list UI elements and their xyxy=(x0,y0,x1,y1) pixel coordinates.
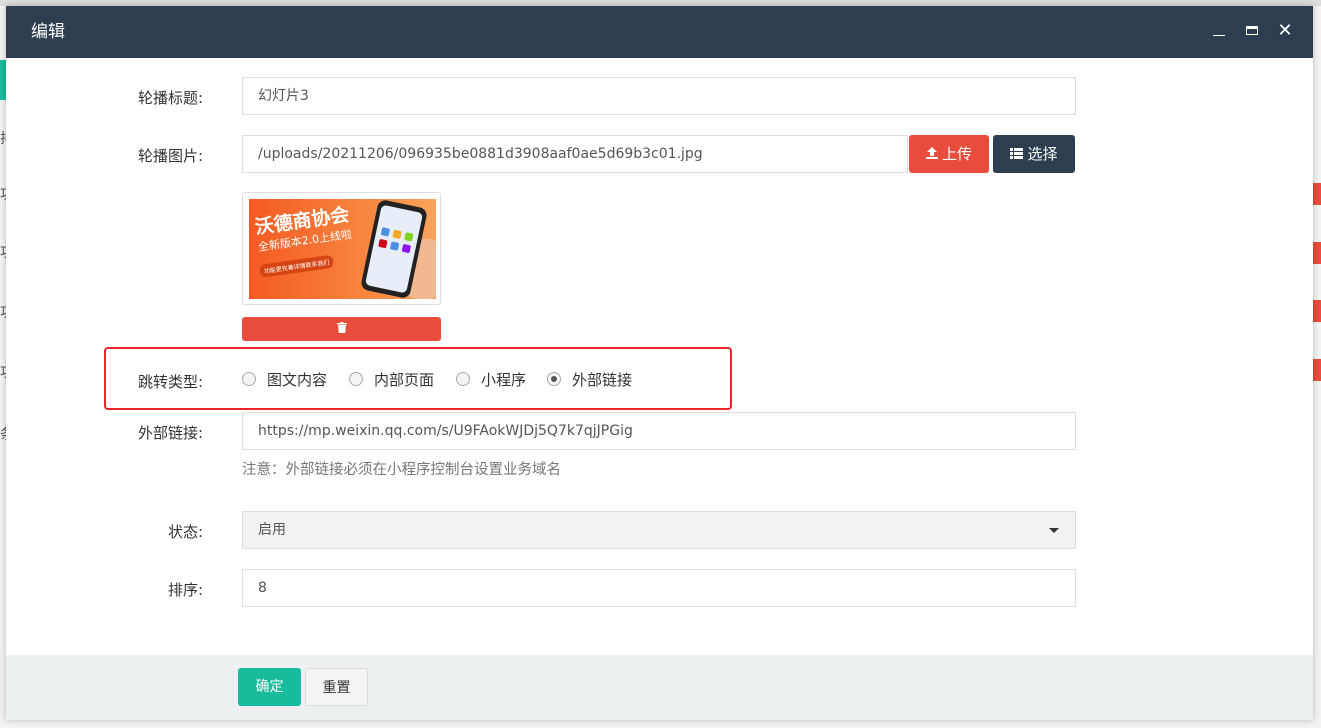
radio-circle-checked xyxy=(547,372,561,386)
radio-circle xyxy=(456,372,470,386)
dialog-title: 编辑 xyxy=(31,22,65,42)
dialog-titlebar[interactable]: 编辑 ✕ xyxy=(6,6,1313,58)
background-delete-button xyxy=(1313,242,1321,264)
status-label: 状态: xyxy=(167,523,203,541)
external-link-input[interactable]: https://mp.weixin.qq.com/s/U9FAokWJDj5Q7… xyxy=(242,412,1076,450)
close-icon: ✕ xyxy=(1277,20,1293,41)
status-select[interactable]: 启用 xyxy=(242,511,1076,549)
edit-dialog: 编辑 ✕ 轮播标题: 幻灯片3 轮播图片: /uploads/20211206/… xyxy=(6,6,1313,720)
background-delete-button xyxy=(1313,183,1321,205)
upload-label: 上传 xyxy=(941,145,972,163)
choose-label: 选择 xyxy=(1027,145,1058,163)
maximize-icon xyxy=(1246,26,1258,35)
delete-image-button[interactable] xyxy=(242,317,441,341)
upload-button[interactable]: 上传 xyxy=(909,135,989,173)
banner-image: 沃德商协会 全新版本2.0上线啦 功能更完善详情联系我们 xyxy=(249,199,436,299)
sort-label: 排序: xyxy=(167,581,203,599)
minimize-icon xyxy=(1213,35,1225,36)
title-input[interactable]: 幻灯片3 xyxy=(242,77,1076,115)
radio-label: 外部链接 xyxy=(572,371,633,389)
image-label: 轮播图片: xyxy=(137,147,203,165)
status-value: 启用 xyxy=(258,522,286,538)
radio-label: 小程序 xyxy=(481,371,527,389)
sort-input[interactable]: 8 xyxy=(242,569,1076,607)
radio-label: 内部页面 xyxy=(374,371,435,389)
external-link-note: 注意：外部链接必须在小程序控制台设置业务域名 xyxy=(242,462,561,478)
list-icon xyxy=(1010,137,1024,175)
caret-down-icon xyxy=(1049,528,1059,533)
reset-button[interactable]: 重置 xyxy=(305,668,368,706)
banner-tagline: 功能更完善详情联系我们 xyxy=(259,254,335,278)
external-link-label: 外部链接: xyxy=(137,424,203,442)
minimize-button[interactable] xyxy=(1209,20,1229,42)
background-delete-button xyxy=(1313,300,1321,322)
choose-button[interactable]: 选择 xyxy=(993,135,1075,173)
jump-type-label: 跳转类型: xyxy=(137,373,203,391)
close-button[interactable]: ✕ xyxy=(1275,20,1295,42)
title-label: 轮播标题: xyxy=(137,89,203,107)
image-path-input[interactable]: /uploads/20211206/096935be0881d3908aaf0a… xyxy=(242,135,908,173)
image-preview[interactable]: 沃德商协会 全新版本2.0上线啦 功能更完善详情联系我们 xyxy=(242,192,441,305)
radio-circle xyxy=(349,372,363,386)
maximize-button[interactable] xyxy=(1243,20,1263,42)
radio-circle xyxy=(242,372,256,386)
trash-icon xyxy=(336,322,347,336)
background-delete-button xyxy=(1313,359,1321,381)
confirm-button[interactable]: 确定 xyxy=(238,668,301,706)
upload-icon xyxy=(925,137,938,175)
radio-label: 图文内容 xyxy=(267,371,328,389)
dialog-footer xyxy=(6,655,1313,720)
